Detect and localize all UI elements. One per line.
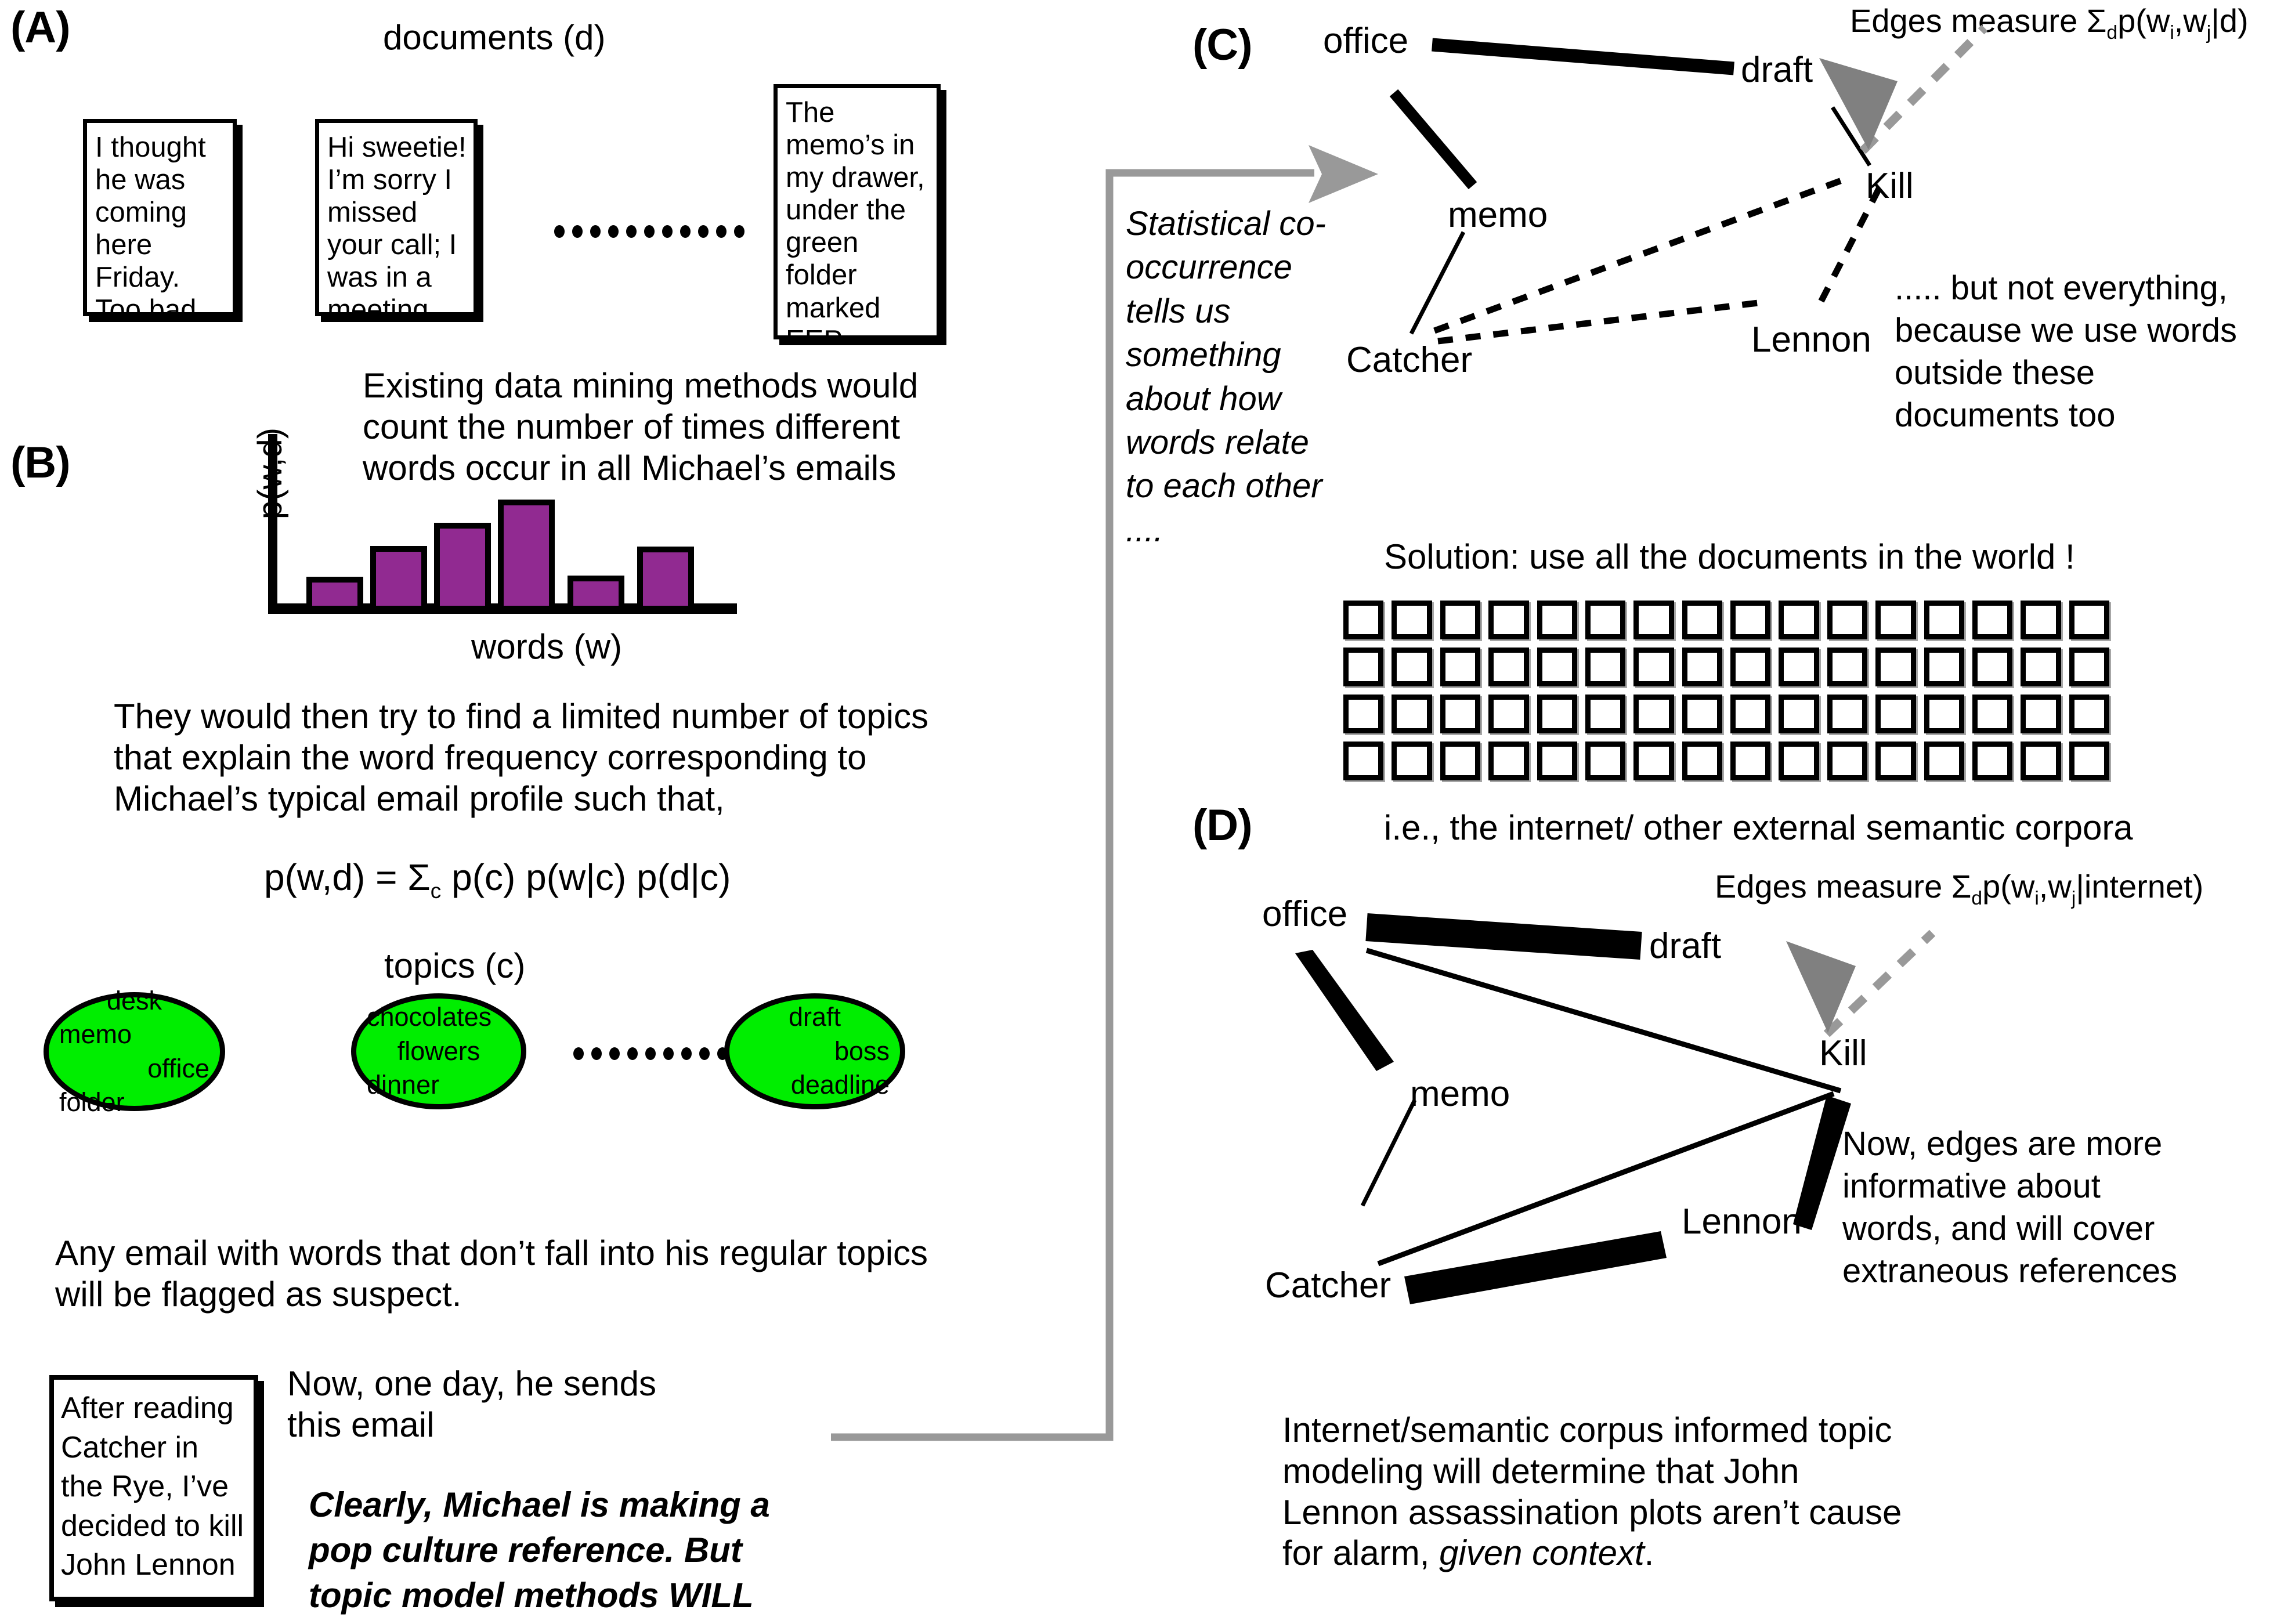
node-label-memo: memo xyxy=(1410,1074,1510,1114)
panel-d-network xyxy=(1295,913,1936,1304)
figure-canvas: (A) documents (d) I thought he was comin… xyxy=(0,0,2295,1624)
edge-memo-catcher xyxy=(1360,1099,1417,1207)
edge-office-draft xyxy=(1365,913,1642,960)
panel-d-note: Now, edges are more informative about wo… xyxy=(1842,1125,2178,1290)
edge-office-kill xyxy=(1365,947,1842,1094)
node-label-lennon: Lennon xyxy=(1682,1202,1802,1242)
node-label-office: office xyxy=(1262,894,1348,934)
edge-catcher-lennon xyxy=(1404,1231,1667,1304)
edge-office-memo xyxy=(1295,950,1394,1071)
node-label-kill: Kill xyxy=(1819,1033,1867,1073)
panel-d-pointer-arrowhead xyxy=(1786,941,1856,1033)
panel-d-conclusion: Internet/semantic corpus informed topic … xyxy=(1282,1410,1903,1574)
node-label-catcher: Catcher xyxy=(1265,1265,1392,1305)
panel-d-conclusion-post: . xyxy=(1644,1533,1654,1573)
panel-d-conclusion-italic: given context xyxy=(1439,1533,1645,1573)
node-label-draft: draft xyxy=(1649,926,1722,966)
